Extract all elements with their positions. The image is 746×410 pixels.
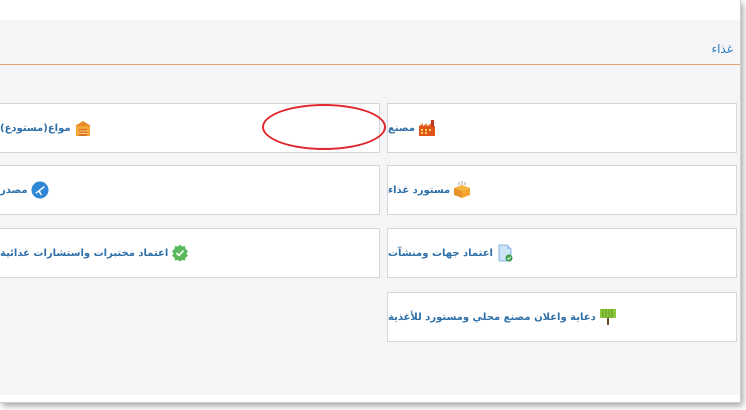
box-icon xyxy=(454,181,471,198)
exporter-label: مصدر xyxy=(0,184,28,196)
airplane-icon xyxy=(31,181,49,199)
factory-icon xyxy=(418,120,435,136)
warehouse-label: مواع(مستودع) xyxy=(0,122,71,134)
window-frame: غذاء مصنع مواع(مستودع) مستورد غذاء مصدر … xyxy=(0,0,741,403)
warehouse-card[interactable]: مواع(مستودع) xyxy=(0,103,380,153)
verified-badge-icon xyxy=(172,244,189,262)
billboard-icon xyxy=(599,309,616,325)
lab-approval-label: اعتماد مختبرات واستشارات غذائية xyxy=(0,247,169,259)
lab-approval-card[interactable]: اعتماد مختبرات واستشارات غذائية xyxy=(0,228,380,278)
advertising-card[interactable]: دعاية واعلان مصنع محلي ومستورد للأغذية xyxy=(387,292,737,342)
section-divider xyxy=(0,64,740,65)
factory-card[interactable]: مصنع xyxy=(387,103,737,153)
document-check-icon xyxy=(498,244,513,262)
section-title: غذاء xyxy=(711,42,733,56)
entity-approval-card[interactable]: اعتماد جهات ومنشآت xyxy=(387,228,737,278)
warehouse-icon xyxy=(74,121,91,136)
factory-label: مصنع xyxy=(388,122,415,134)
food-importer-label: مستورد غذاء xyxy=(388,184,451,196)
food-importer-card[interactable]: مستورد غذاء xyxy=(387,165,737,215)
exporter-card[interactable]: مصدر xyxy=(0,165,380,215)
entity-approval-label: اعتماد جهات ومنشآت xyxy=(388,247,493,259)
advertising-label: دعاية واعلان مصنع محلي ومستورد للأغذية xyxy=(388,311,596,323)
